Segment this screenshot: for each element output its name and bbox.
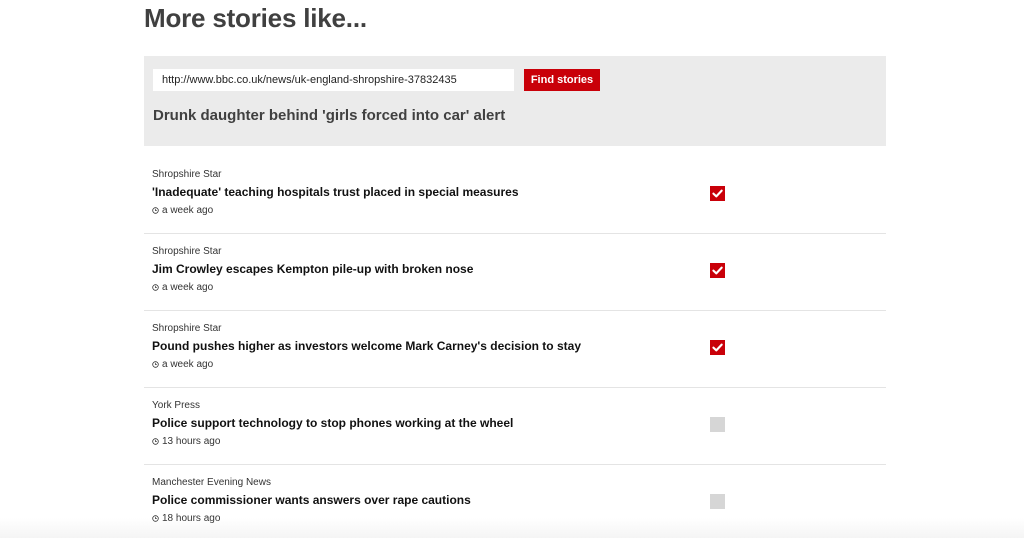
story-checkbox[interactable] xyxy=(710,417,725,432)
story-checkbox[interactable] xyxy=(710,186,725,201)
check-icon xyxy=(712,189,723,198)
story-checkbox[interactable] xyxy=(710,340,725,355)
find-stories-button[interactable]: Find stories xyxy=(524,69,600,91)
story-headline[interactable]: Police commissioner wants answers over r… xyxy=(152,493,471,507)
clock-icon xyxy=(152,515,159,522)
story-headline[interactable]: Jim Crowley escapes Kempton pile-up with… xyxy=(152,262,473,276)
page: More stories like... Find stories Drunk … xyxy=(0,0,1024,538)
story-time-label: a week ago xyxy=(162,282,214,293)
url-input[interactable] xyxy=(153,69,514,91)
story-time: a week ago xyxy=(152,205,213,216)
story-publisher: Shropshire Star xyxy=(152,246,222,257)
search-panel: Find stories Drunk daughter behind 'girl… xyxy=(144,56,886,146)
story-headline[interactable]: Police support technology to stop phones… xyxy=(152,416,513,430)
story-publisher: Shropshire Star xyxy=(152,323,222,334)
story-headline[interactable]: Pound pushes higher as investors welcome… xyxy=(152,339,581,353)
story-row: Shropshire Star Pound pushes higher as i… xyxy=(144,311,886,388)
story-row: Shropshire Star 'Inadequate' teaching ho… xyxy=(144,157,886,234)
source-story-headline: Drunk daughter behind 'girls forced into… xyxy=(153,107,506,124)
clock-icon xyxy=(152,284,159,291)
story-checkbox[interactable] xyxy=(710,494,725,509)
story-publisher: Manchester Evening News xyxy=(152,477,271,488)
clock-icon xyxy=(152,438,159,445)
story-row: York Press Police support technology to … xyxy=(144,388,886,465)
clock-icon xyxy=(152,207,159,214)
story-publisher: York Press xyxy=(152,400,200,411)
story-time-label: a week ago xyxy=(162,359,214,370)
story-publisher: Shropshire Star xyxy=(152,169,222,180)
story-time: a week ago xyxy=(152,359,213,370)
story-time-label: 18 hours ago xyxy=(162,513,221,524)
story-time: a week ago xyxy=(152,282,213,293)
story-time-label: a week ago xyxy=(162,205,214,216)
story-row: Shropshire Star Jim Crowley escapes Kemp… xyxy=(144,234,886,311)
clock-icon xyxy=(152,361,159,368)
check-icon xyxy=(712,343,723,352)
story-time: 18 hours ago xyxy=(152,513,220,524)
story-row: Manchester Evening News Police commissio… xyxy=(144,465,886,538)
page-title: More stories like... xyxy=(144,3,367,33)
story-time-label: 13 hours ago xyxy=(162,436,221,447)
story-checkbox[interactable] xyxy=(710,263,725,278)
check-icon xyxy=(712,266,723,275)
story-time: 13 hours ago xyxy=(152,436,220,447)
story-headline[interactable]: 'Inadequate' teaching hospitals trust pl… xyxy=(152,185,519,199)
story-list: Shropshire Star 'Inadequate' teaching ho… xyxy=(144,157,886,538)
